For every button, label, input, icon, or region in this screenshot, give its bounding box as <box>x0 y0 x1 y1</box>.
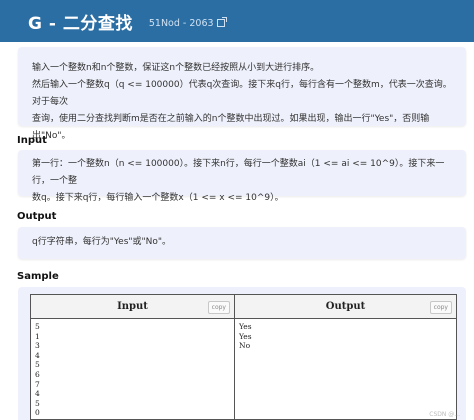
input-section-title: Input <box>17 135 47 146</box>
sample-input-line: 4 <box>35 350 40 360</box>
sample-panel: Input copy 5 1 3 4 5 6 7 4 5 0 Output co… <box>18 287 466 420</box>
sample-table: Input copy 5 1 3 4 5 6 7 4 5 0 Output co… <box>30 294 457 420</box>
input-spec-line: 数q。接下来q行，每行输入一个整数x（1 <= x <= 10^9）。 <box>32 193 284 203</box>
sample-input-line: 3 <box>35 341 40 351</box>
sample-output-line: Yes <box>239 322 252 331</box>
output-spec-text: q行字符串，每行为"Yes"或"No"。 <box>32 237 172 247</box>
sample-output-header: Output copy <box>235 295 456 319</box>
sample-output-title: Output <box>325 301 366 312</box>
sample-input-lines: 5 1 3 4 5 6 7 4 5 0 <box>31 319 234 418</box>
sample-output-lines: Yes Yes No <box>235 319 456 351</box>
description-line: 然后输入一个整数q（q <= 100000）代表q次查询。接下来q行，每行含有一… <box>32 80 452 107</box>
problem-title: G - 二分查找 <box>28 13 133 34</box>
sample-section-title: Sample <box>17 271 59 282</box>
copy-output-button[interactable]: copy <box>429 301 452 314</box>
sample-input-line: 5 <box>35 322 40 331</box>
description-line: 查询，使用二分查找判断m是否在之前输入的n个整数中出现过。如果出现，输出一行"Y… <box>32 114 430 141</box>
problem-source-link[interactable]: 51Nod - 2063 <box>148 16 227 29</box>
output-section-title: Output <box>17 211 57 222</box>
sample-input-line: 4 <box>35 389 40 399</box>
sample-input-title: Input <box>117 301 148 312</box>
input-spec-line: 第一行：一个整数n（n <= 100000）。接下来n行，每行一个整数ai（1 … <box>32 159 445 186</box>
external-link-icon[interactable] <box>216 16 227 27</box>
problem-source-label: 51Nod - 2063 <box>148 17 214 29</box>
sample-input-line: 5 <box>35 360 40 370</box>
sample-output-line: Yes <box>239 331 252 341</box>
sample-input-line: 1 <box>35 331 40 341</box>
sample-input-header: Input copy <box>31 295 234 319</box>
description-panel: 输入一个整数n和n个整数，保证这n个整数已经按照从小到大进行排序。 然后输入一个… <box>18 47 466 141</box>
sample-output-line: No <box>239 341 251 351</box>
input-spec-panel: 第一行：一个整数n（n <= 100000）。接下来n行，每行一个整数ai（1 … <box>18 150 466 203</box>
sample-input-line: 5 <box>35 398 40 408</box>
sample-input-line: 7 <box>35 379 40 389</box>
sample-input-column: Input copy 5 1 3 4 5 6 7 4 5 0 <box>31 295 235 420</box>
description-line: 输入一个整数n和n个整数，保证这n个整数已经按照从小到大进行排序。 <box>32 63 320 73</box>
sample-output-column: Output copy Yes Yes No <box>235 295 456 420</box>
copy-input-button[interactable]: copy <box>207 301 230 314</box>
sample-input-line: 6 <box>35 369 40 379</box>
watermark: CSDN @... <box>429 411 460 418</box>
problem-header: G - 二分查找 51Nod - 2063 <box>0 0 474 42</box>
output-spec-panel: q行字符串，每行为"Yes"或"No"。 <box>18 227 466 259</box>
sample-input-line: 0 <box>35 408 40 418</box>
